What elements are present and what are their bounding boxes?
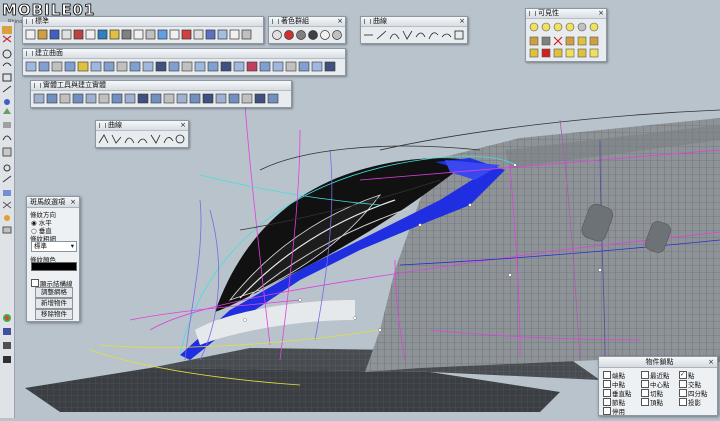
toolbar-visibility[interactable]: 可見性 × <box>525 8 607 62</box>
close-icon[interactable]: × <box>708 357 714 367</box>
toolbar-standard[interactable]: 標準 <box>22 16 264 44</box>
left-toolbar-icons[interactable] <box>2 26 12 363</box>
osnap-checkbox[interactable] <box>641 380 649 388</box>
toolbar-visibility-title: 可見性 <box>538 9 559 17</box>
toolbar-surface[interactable]: 建立曲面 <box>22 48 346 76</box>
close-icon[interactable]: × <box>459 17 465 26</box>
osnap-checkbox[interactable] <box>679 398 687 406</box>
toolbar-polygon[interactable]: 曲線 × <box>95 120 189 148</box>
toolbar-solid-icons[interactable] <box>31 91 291 107</box>
osnap-checkbox[interactable] <box>603 407 611 415</box>
toolbar-polygon-icons[interactable] <box>96 131 188 147</box>
thickness-value: 標準 <box>34 242 47 250</box>
close-icon[interactable]: × <box>70 197 76 207</box>
osnap-checkbox[interactable] <box>603 380 611 388</box>
osnap-label: 頂點 <box>650 399 663 407</box>
close-icon[interactable]: × <box>180 121 186 130</box>
toolbar-solid-title: 實體工具與建立實體 <box>31 81 291 91</box>
chevron-down-icon: ▾ <box>70 242 74 250</box>
osnap-checkbox[interactable]: ✓ <box>679 371 687 379</box>
osnap-checkbox[interactable] <box>679 389 687 397</box>
color-swatch[interactable] <box>31 262 77 271</box>
osnap-panel-title: 物件鎖點 <box>645 358 674 366</box>
toolbar-visibility-icons[interactable] <box>526 19 606 61</box>
toolbar-display[interactable]: 著色群組 × <box>268 16 346 44</box>
remove-object-button[interactable]: 移除物件 <box>35 309 73 320</box>
left-main-toolbar <box>0 22 15 418</box>
toolbar-display-title: 著色群組 <box>281 17 309 25</box>
osnap-checkbox[interactable] <box>679 380 687 388</box>
zebra-options-panel: 斑馬紋選項 × 條紋方向 ◉ 水平 ○ 垂直 條紋粗細 標準 ▾ 條紋顏色 顯示結… <box>26 196 80 322</box>
osnap-checkbox[interactable] <box>603 371 611 379</box>
toolbar-surface-icons[interactable] <box>23 59 345 75</box>
toolbar-polygon-title: 曲線 <box>108 121 122 129</box>
toolbar-curve-icons[interactable] <box>361 27 467 43</box>
adjust-mesh-button[interactable]: 調整網格 <box>35 287 73 298</box>
thickness-select[interactable]: 標準 ▾ <box>31 241 77 252</box>
toolbar-display-icons[interactable] <box>269 27 345 43</box>
toolbar-curve-title: 曲線 <box>373 17 387 25</box>
osnap-checkbox[interactable] <box>641 398 649 406</box>
toolbar-solid[interactable]: 實體工具與建立實體 <box>30 80 292 108</box>
show-isocurves-checkbox[interactable] <box>31 279 39 287</box>
toolbar-curve[interactable]: 曲線 × <box>360 16 468 44</box>
toolbar-standard-title: 標準 <box>23 17 263 27</box>
zebra-panel-title: 斑馬紋選項 <box>30 198 65 206</box>
osnap-panel: 物件鎖點 × 端點 最近點 ✓ 點中點 中心點 交點 垂直點 切點 四分點 節點 頂點 投影 停用 <box>598 356 718 416</box>
osnap-checkbox[interactable] <box>603 398 611 406</box>
add-object-button[interactable]: 新增物件 <box>35 298 73 309</box>
close-icon[interactable]: × <box>337 17 343 26</box>
toolbar-surface-title: 建立曲面 <box>23 49 345 59</box>
close-icon[interactable]: × <box>598 9 604 18</box>
osnap-label: 停用 <box>612 408 625 416</box>
osnap-checkbox[interactable] <box>603 389 611 397</box>
osnap-checkbox[interactable] <box>641 371 649 379</box>
osnap-label: 投影 <box>688 399 701 407</box>
toolbar-standard-icons[interactable] <box>23 27 263 43</box>
osnap-checkbox[interactable] <box>641 389 649 397</box>
